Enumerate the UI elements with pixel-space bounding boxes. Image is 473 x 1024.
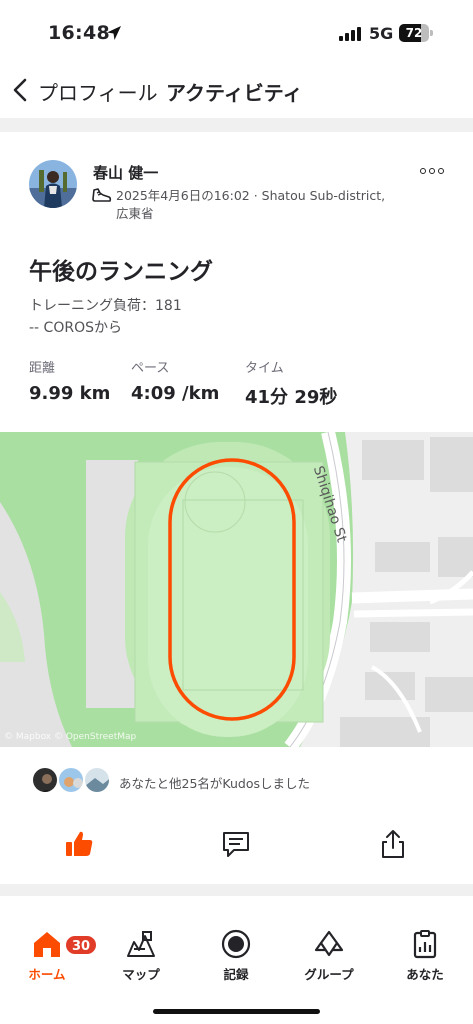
kudos-avatar	[57, 766, 85, 794]
stat-distance: 距離 9.99 km	[29, 357, 110, 404]
section-divider	[0, 884, 473, 896]
kudos-avatar	[83, 766, 111, 794]
battery-percent: 72	[405, 26, 423, 40]
location-arrow-icon	[107, 26, 121, 40]
tab-groups[interactable]: グループ	[294, 928, 364, 988]
activity-title: 午後のランニング	[29, 259, 213, 285]
groups-icon	[314, 930, 344, 957]
status-bar: 16:48 5G 72	[0, 0, 473, 60]
stat-label: 距離	[29, 361, 56, 376]
activity-date-location: 2025年4月6日の16:02 · Shatou Sub-district, 広…	[116, 188, 386, 221]
kudos-avatar	[31, 766, 59, 794]
tab-record[interactable]: 記録	[201, 928, 271, 988]
back-button[interactable]	[8, 76, 34, 104]
tab-label: グループ	[304, 967, 354, 982]
athlete-avatar[interactable]	[29, 160, 77, 208]
athlete-name[interactable]: 春山 健一	[93, 162, 158, 183]
page-title: アクティビティ	[166, 81, 303, 105]
map-attribution[interactable]: © Mapbox © OpenStreetMap	[4, 732, 136, 742]
tab-label: マップ	[122, 967, 160, 982]
more-dot-icon	[438, 168, 444, 174]
running-shoe-icon	[92, 188, 112, 202]
record-icon	[221, 929, 251, 959]
avatar-photo	[29, 160, 77, 208]
chevron-left-icon	[13, 78, 27, 102]
nav-header: プロフィール アクティビティ	[0, 62, 473, 118]
tab-label: あなた	[406, 967, 444, 982]
tab-home[interactable]: ホーム 30	[12, 928, 99, 988]
battery-icon: 72	[399, 24, 433, 42]
more-dot-icon	[420, 168, 426, 174]
more-options-button[interactable]	[420, 168, 444, 176]
section-divider	[0, 118, 473, 132]
home-icon	[34, 932, 60, 957]
you-icon	[413, 930, 437, 959]
network-type: 5G	[369, 24, 394, 43]
give-kudos-button[interactable]	[61, 826, 97, 862]
map-icon	[127, 931, 155, 957]
home-indicator	[153, 1009, 320, 1014]
stat-time: タイム 41分 29秒	[245, 357, 337, 409]
comment-icon	[223, 832, 249, 857]
tab-label: ホーム	[28, 967, 66, 982]
thumbs-up-icon	[66, 831, 93, 856]
stat-value: 4:09 /km	[131, 383, 220, 404]
stat-value: 9.99 km	[29, 383, 111, 404]
kudos-summary[interactable]: あなたと他25名がKudosしました	[119, 773, 310, 792]
more-dot-icon	[429, 168, 435, 174]
notification-badge: 30	[64, 934, 99, 956]
kudos-row[interactable]: あなたと他25名がKudosしました	[0, 760, 473, 800]
stat-label: ペース	[131, 361, 170, 376]
stat-label: タイム	[245, 361, 284, 376]
share-button[interactable]	[375, 826, 411, 862]
status-time: 16:48	[48, 22, 110, 44]
cellular-signal-icon	[339, 27, 361, 41]
back-label[interactable]: プロフィール	[38, 77, 158, 106]
comment-button[interactable]	[218, 826, 254, 862]
share-icon	[382, 830, 404, 858]
route-map[interactable]: Shiqihao St © Mapbox © OpenStreetMap	[0, 432, 473, 747]
tab-label: 記録	[223, 967, 249, 982]
stat-pace: ペース 4:09 /km	[131, 357, 219, 404]
activity-description-line: トレーニング負荷：181	[29, 298, 182, 314]
activity-description-line: -- COROSから	[29, 320, 122, 336]
kudos-avatar-stack	[31, 766, 111, 796]
stat-value: 41分 29秒	[245, 387, 338, 408]
tab-you[interactable]: あなた	[390, 928, 460, 988]
tab-map[interactable]: マップ	[106, 928, 176, 988]
